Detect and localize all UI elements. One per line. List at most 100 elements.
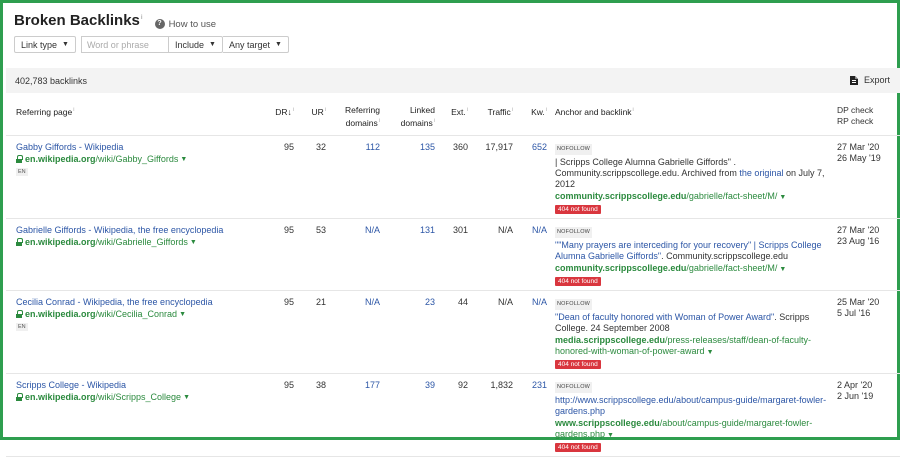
referring-domains-value[interactable]: N/A bbox=[334, 290, 388, 374]
kw-value[interactable]: 231 bbox=[521, 373, 555, 457]
any-target-label: Any target bbox=[228, 39, 270, 50]
traffic-value: 17,917 bbox=[476, 135, 521, 219]
dp-check-date: 25 Mar '20 bbox=[837, 296, 880, 307]
referring-domains-value[interactable]: 112 bbox=[334, 135, 388, 219]
lock-icon bbox=[16, 309, 23, 318]
col-referring-page[interactable]: Referring pagei bbox=[6, 100, 268, 136]
rp-check-date: 5 Jul '16 bbox=[837, 307, 871, 318]
target-url[interactable]: media.scrippscollege.edu/press-releases/… bbox=[555, 335, 829, 358]
anchor-cell: NOFOLLOW ""Many prayers are interceding … bbox=[555, 218, 837, 291]
col-dp-rp-check[interactable]: DP check RP check bbox=[837, 100, 900, 136]
chevron-down-icon[interactable]: ▼ bbox=[779, 194, 786, 201]
export-label: Export bbox=[863, 75, 890, 85]
kw-value[interactable]: N/A bbox=[521, 218, 555, 291]
how-to-use-link[interactable]: ? How to use bbox=[154, 19, 216, 30]
backlink-count: 402,783 backlinks bbox=[15, 76, 88, 86]
dr-value: 95 bbox=[268, 135, 302, 219]
status-badge: 404 not found bbox=[555, 204, 601, 214]
results-bar: 402,783 backlinks Export bbox=[6, 68, 900, 93]
referring-page-url[interactable]: en.wikipedia.org/wiki/Cecilia_Conrad ▼ bbox=[16, 309, 268, 320]
referring-domains-value[interactable]: 177 bbox=[334, 373, 388, 457]
anchor-cell: NOFOLLOW "Dean of faculty honored with W… bbox=[555, 290, 837, 374]
ur-value: 32 bbox=[302, 135, 334, 219]
page-title: Broken Backlinksi bbox=[14, 12, 143, 29]
lock-icon bbox=[16, 154, 23, 163]
app-frame: Broken Backlinksi ? How to use Link type… bbox=[0, 0, 900, 457]
link-type-label: Link type bbox=[21, 39, 58, 50]
col-dr[interactable]: DR↓i bbox=[268, 100, 302, 136]
linked-domains-value[interactable]: 131 bbox=[388, 218, 443, 291]
anchor-cell: NOFOLLOW | Scripps College Alumna Gabrie… bbox=[555, 135, 837, 219]
export-button[interactable]: Export bbox=[849, 75, 890, 85]
include-label: Include bbox=[174, 39, 204, 50]
col-traffic[interactable]: Traffici bbox=[476, 100, 521, 136]
referring-page-url[interactable]: en.wikipedia.org/wiki/Gabrielle_Giffords… bbox=[16, 237, 268, 248]
referring-page-title[interactable]: Scripps College - Wikipedia bbox=[16, 380, 268, 391]
linked-domains-value[interactable]: 135 bbox=[388, 135, 443, 219]
nofollow-badge: NOFOLLOW bbox=[555, 381, 593, 393]
check-dates: 27 Mar '20 23 Aug '16 bbox=[837, 218, 900, 291]
title-row: Broken Backlinksi ? How to use bbox=[14, 12, 216, 30]
kw-value[interactable]: 652 bbox=[521, 135, 555, 219]
traffic-value: N/A bbox=[476, 290, 521, 374]
anchor-cell: NOFOLLOW http://www.scrippscollege.edu/a… bbox=[555, 373, 837, 457]
col-ur[interactable]: URi bbox=[302, 100, 334, 136]
chevron-down-icon: ▼ bbox=[62, 41, 69, 48]
chevron-down-icon[interactable]: ▼ bbox=[779, 266, 786, 273]
anchor-text: http://www.scrippscollege.edu/about/camp… bbox=[555, 395, 829, 417]
col-kw[interactable]: Kw.i bbox=[521, 100, 555, 136]
ext-value: 44 bbox=[443, 290, 476, 374]
link-type-dropdown[interactable]: Link type ▼ bbox=[14, 36, 76, 53]
anchor-link[interactable]: the original bbox=[739, 168, 783, 178]
col-referring-domains[interactable]: Referring domainsi bbox=[334, 100, 388, 136]
referring-domains-value[interactable]: N/A bbox=[334, 218, 388, 291]
rp-check-date: 2 Jun '19 bbox=[837, 390, 874, 401]
referring-page-url[interactable]: en.wikipedia.org/wiki/Gabby_Giffords ▼ bbox=[16, 154, 268, 165]
chevron-down-icon[interactable]: ▼ bbox=[607, 432, 614, 439]
col-ext[interactable]: Ext.i bbox=[443, 100, 476, 136]
help-icon: ? bbox=[154, 19, 165, 29]
check-dates: 27 Mar '20 26 May '19 bbox=[837, 135, 900, 219]
referring-page-cell: Cecilia Conrad - Wikipedia, the free enc… bbox=[6, 290, 268, 374]
search-input[interactable] bbox=[80, 36, 169, 53]
dr-value: 95 bbox=[268, 373, 302, 457]
chevron-down-icon[interactable]: ▼ bbox=[190, 237, 197, 248]
anchor-link[interactable]: "Dean of faculty honored with Woman of P… bbox=[555, 312, 774, 322]
chevron-down-icon[interactable]: ▼ bbox=[180, 154, 187, 165]
linked-domains-value[interactable]: 39 bbox=[388, 373, 443, 457]
col-anchor[interactable]: Anchor and backlinki bbox=[555, 100, 837, 136]
chevron-down-icon[interactable]: ▼ bbox=[179, 309, 186, 320]
chevron-down-icon[interactable]: ▼ bbox=[183, 392, 190, 403]
anchor-link[interactable]: http://www.scrippscollege.edu/about/camp… bbox=[555, 395, 826, 416]
ur-value: 21 bbox=[302, 290, 334, 374]
ext-value: 92 bbox=[443, 373, 476, 457]
col-linked-domains[interactable]: Linked domainsi bbox=[388, 100, 443, 136]
language-badge: EN bbox=[16, 322, 28, 331]
ur-value: 53 bbox=[302, 218, 334, 291]
dp-check-date: 2 Apr '20 bbox=[837, 379, 873, 390]
nofollow-badge: NOFOLLOW bbox=[555, 226, 593, 238]
table-row: Gabby Giffords - Wikipedia en.wikipedia.… bbox=[6, 135, 900, 219]
target-url[interactable]: www.scrippscollege.edu/about/campus-guid… bbox=[555, 418, 829, 441]
any-target-dropdown[interactable]: Any target ▼ bbox=[222, 36, 289, 53]
lock-icon bbox=[16, 237, 23, 246]
include-dropdown[interactable]: Include ▼ bbox=[168, 36, 223, 53]
referring-page-url[interactable]: en.wikipedia.org/wiki/Scripps_College ▼ bbox=[16, 392, 268, 403]
backlinks-table: Referring pagei DR↓i URi Referring domain… bbox=[6, 100, 900, 457]
linked-domains-value[interactable]: 23 bbox=[388, 290, 443, 374]
rp-check-date: 23 Aug '16 bbox=[837, 235, 880, 246]
chevron-down-icon[interactable]: ▼ bbox=[707, 349, 714, 356]
status-badge: 404 not found bbox=[555, 359, 601, 369]
referring-page-title[interactable]: Gabby Giffords - Wikipedia bbox=[16, 142, 268, 153]
chevron-down-icon: ▼ bbox=[274, 41, 282, 48]
target-url[interactable]: community.scrippscollege.edu/gabrielle/f… bbox=[555, 263, 829, 275]
check-dates: 2 Apr '20 2 Jun '19 bbox=[837, 373, 900, 457]
dr-value: 95 bbox=[268, 218, 302, 291]
referring-page-title[interactable]: Gabrielle Giffords - Wikipedia, the free… bbox=[16, 225, 268, 236]
kw-value[interactable]: N/A bbox=[521, 290, 555, 374]
nofollow-badge: NOFOLLOW bbox=[555, 298, 593, 310]
ext-value: 301 bbox=[443, 218, 476, 291]
table-row: Scripps College - Wikipedia en.wikipedia… bbox=[6, 373, 900, 457]
target-url[interactable]: community.scrippscollege.edu/gabrielle/f… bbox=[555, 191, 829, 203]
referring-page-title[interactable]: Cecilia Conrad - Wikipedia, the free enc… bbox=[16, 297, 268, 308]
